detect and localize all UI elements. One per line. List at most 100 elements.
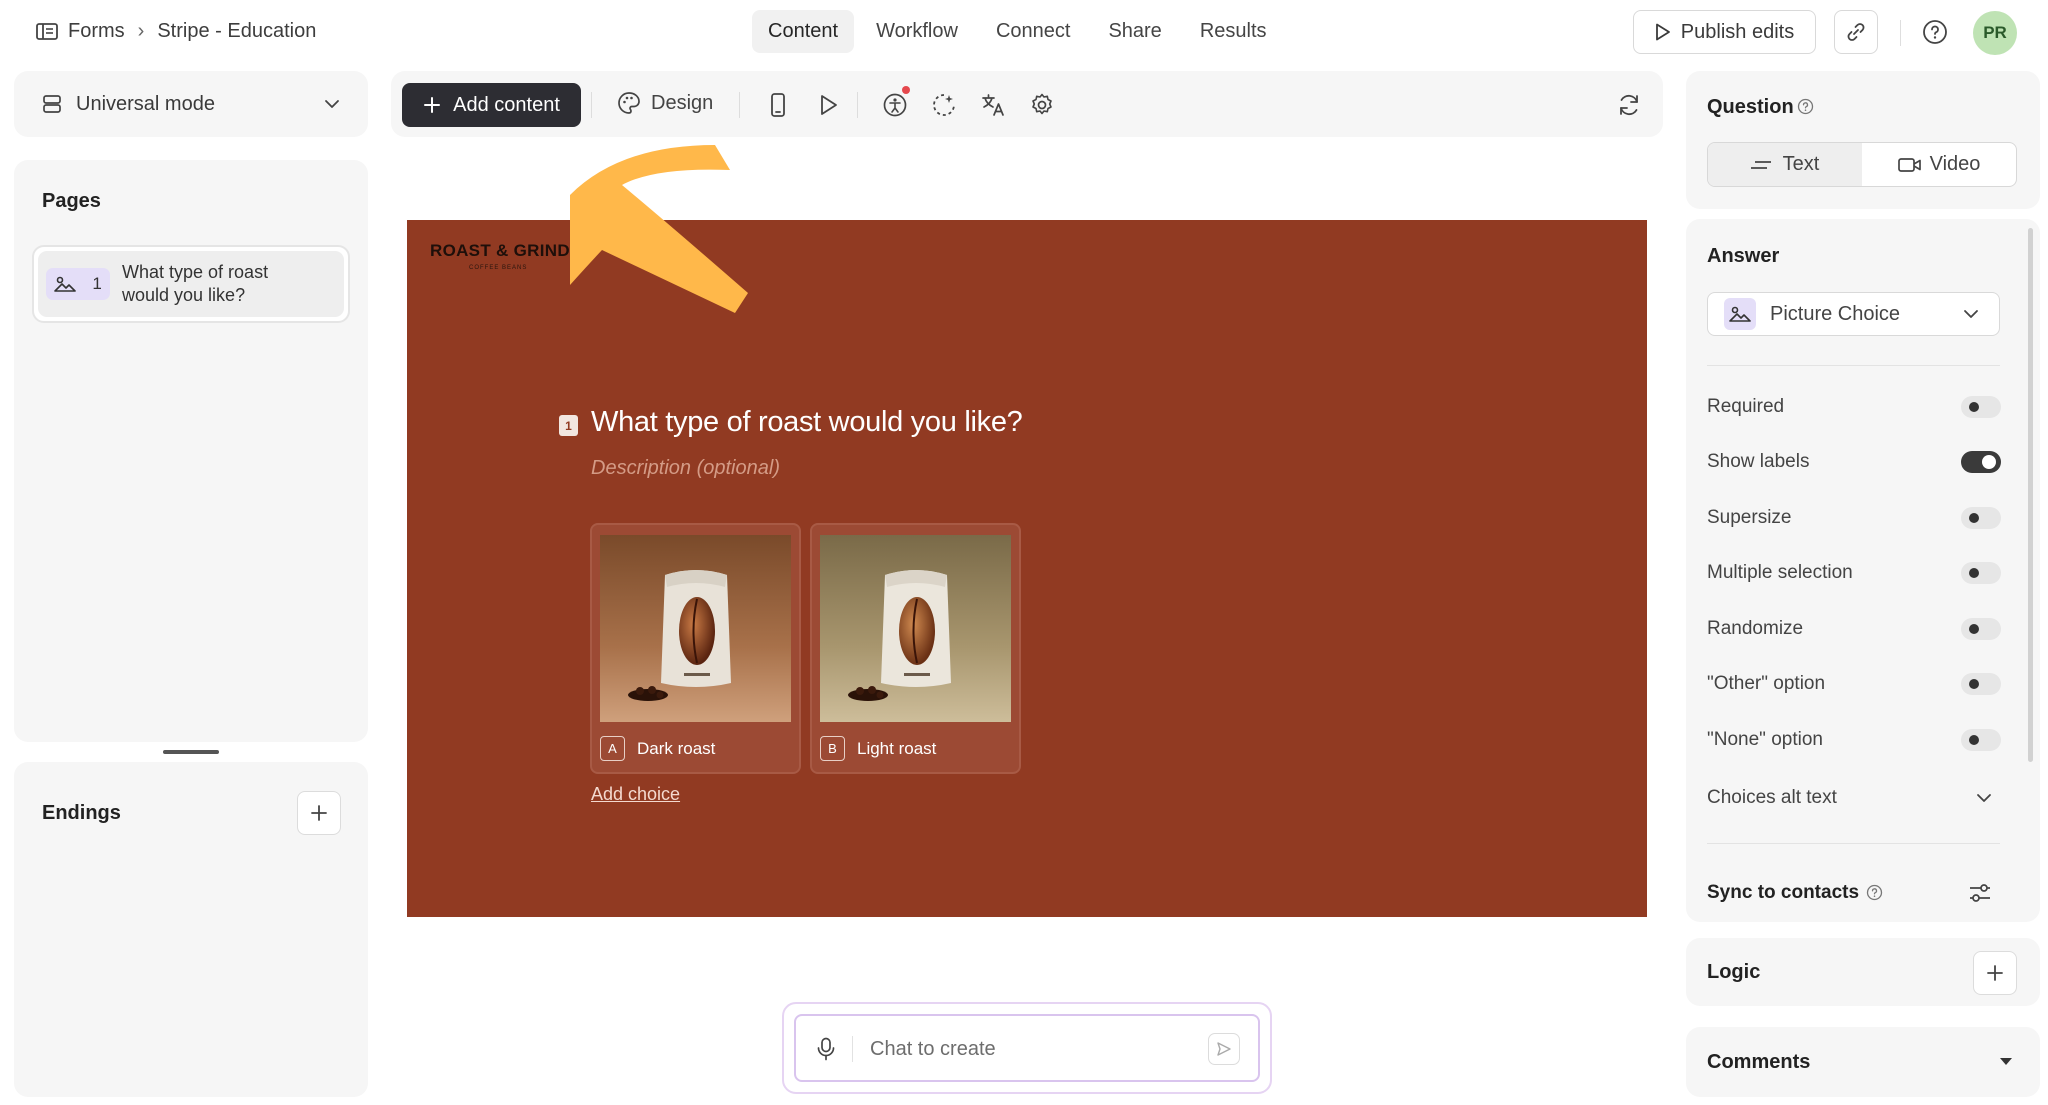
- microphone-icon[interactable]: [816, 1037, 836, 1061]
- segment-video[interactable]: Video: [1862, 143, 2016, 186]
- randomize-toggle[interactable]: [1961, 618, 2001, 640]
- info-icon[interactable]: [1866, 884, 1883, 901]
- tab-content[interactable]: Content: [752, 10, 855, 53]
- copy-link-button[interactable]: [1834, 10, 1878, 54]
- setting-none-option-label: "None" option: [1707, 729, 1823, 750]
- video-camera-icon: [1897, 157, 1922, 173]
- answer-panel-title: Answer: [1707, 245, 1780, 267]
- page-item-text: What type of roast would you like?: [122, 262, 269, 305]
- breadcrumb-forms-link[interactable]: Forms: [68, 20, 125, 43]
- panel-resize-handle[interactable]: [163, 750, 219, 754]
- tab-results[interactable]: Results: [1184, 10, 1283, 53]
- send-icon: [1216, 1041, 1232, 1057]
- page-item-1[interactable]: 1 What type of roast would you like?: [32, 245, 350, 323]
- choice-label[interactable]: Light roast: [857, 739, 936, 759]
- chat-placeholder: Chat to create: [870, 1038, 996, 1060]
- answer-divider: [1707, 365, 2000, 366]
- page-badge: 1: [46, 268, 110, 300]
- segment-video-label: Video: [1929, 153, 1981, 175]
- endings-title: Endings: [42, 802, 121, 824]
- tab-share[interactable]: Share: [1092, 10, 1177, 53]
- top-bar: Forms › Stripe - Education Content Workf…: [0, 0, 2048, 64]
- settings-gear-icon[interactable]: [1029, 92, 1055, 118]
- info-icon[interactable]: [1797, 98, 1814, 115]
- question-title[interactable]: What type of roast would you like?: [591, 406, 1023, 439]
- design-label: Design: [651, 91, 714, 114]
- question-number: 1: [559, 415, 578, 436]
- notification-dot: [902, 86, 910, 94]
- logic-title: Logic: [1707, 961, 1761, 983]
- pages-title: Pages: [42, 190, 101, 212]
- mobile-preview-icon[interactable]: [765, 92, 791, 118]
- user-avatar[interactable]: PR: [1973, 11, 2017, 55]
- add-ending-button[interactable]: [297, 791, 341, 835]
- publish-edits-label: Publish edits: [1680, 20, 1795, 43]
- chevron-down-icon: [324, 99, 340, 109]
- toolbar-divider: [857, 92, 858, 118]
- mode-label: Universal mode: [76, 92, 215, 115]
- plus-icon: [310, 804, 328, 822]
- question-panel-title: Question: [1707, 96, 1794, 118]
- other-option-toggle[interactable]: [1961, 673, 2001, 695]
- refresh-icon[interactable]: [1616, 92, 1642, 118]
- setting-required-label: Required: [1707, 396, 1785, 417]
- plus-icon: [423, 96, 441, 114]
- multiple-selection-toggle[interactable]: [1961, 562, 2001, 584]
- endings-panel: Endings: [14, 762, 368, 1097]
- send-button[interactable]: [1208, 1033, 1240, 1065]
- required-toggle[interactable]: [1961, 396, 2001, 418]
- publish-edits-button[interactable]: Publish edits: [1633, 10, 1816, 54]
- pages-panel: Pages 1 What type of roast would you lik…: [14, 160, 368, 742]
- accessibility-icon[interactable]: [882, 86, 910, 118]
- help-icon[interactable]: [1922, 19, 1948, 45]
- choice-card-a[interactable]: A Dark roast: [590, 523, 801, 774]
- play-icon: [1655, 23, 1671, 41]
- form-preview-canvas[interactable]: ROAST & GRIND COFFEE BEANS 1 What type o…: [407, 220, 1647, 917]
- preview-play-icon[interactable]: [815, 92, 841, 118]
- setting-multiple-selection-label: Multiple selection: [1707, 562, 1853, 583]
- plus-icon: [1986, 964, 2004, 982]
- tab-connect[interactable]: Connect: [980, 10, 1087, 53]
- sync-to-contacts-title: Sync to contacts: [1707, 882, 1860, 903]
- choice-key: B: [820, 736, 845, 761]
- design-button[interactable]: Design: [617, 91, 713, 115]
- chevron-down-icon[interactable]: [1976, 793, 1992, 803]
- supersize-toggle[interactable]: [1961, 507, 2001, 529]
- add-content-button[interactable]: Add content: [402, 83, 581, 127]
- forms-icon[interactable]: [36, 22, 58, 42]
- layers-icon: [42, 94, 62, 114]
- chevron-down-icon: [1963, 309, 1979, 319]
- choices-alt-text-expander[interactable]: Choices alt text: [1707, 787, 1837, 809]
- ai-assist-icon[interactable]: [931, 92, 957, 118]
- annotation-arrow-icon: [560, 135, 760, 315]
- chat-divider: [852, 1036, 853, 1062]
- choice-card-b[interactable]: B Light roast: [810, 523, 1021, 774]
- breadcrumb-current[interactable]: Stripe - Education: [157, 20, 316, 43]
- choice-label[interactable]: Dark roast: [637, 739, 715, 759]
- mode-selector[interactable]: Universal mode: [14, 71, 368, 137]
- show-labels-toggle[interactable]: [1961, 451, 2001, 473]
- page-number: 1: [92, 274, 102, 293]
- none-option-toggle[interactable]: [1961, 729, 2001, 751]
- add-logic-button[interactable]: [1973, 951, 2017, 995]
- answer-panel-scrollbar[interactable]: [2028, 228, 2033, 762]
- text-lines-icon: [1750, 159, 1771, 171]
- picture-choice-icon: [1724, 298, 1756, 330]
- tab-workflow[interactable]: Workflow: [860, 10, 974, 53]
- segment-text[interactable]: Text: [1708, 143, 1862, 186]
- question-description[interactable]: Description (optional): [591, 457, 780, 480]
- setting-show-labels-label: Show labels: [1707, 451, 1810, 472]
- segment-text-label: Text: [1782, 153, 1820, 175]
- editor-toolbar: Add content Design: [391, 71, 1663, 137]
- add-choice-link[interactable]: Add choice: [591, 784, 680, 805]
- chat-input[interactable]: Chat to create: [794, 1014, 1260, 1082]
- setting-randomize-label: Randomize: [1707, 618, 1804, 639]
- coffee-bag-image: [820, 535, 1011, 722]
- add-content-label: Add content: [453, 93, 560, 116]
- answer-type-select[interactable]: Picture Choice: [1707, 292, 2000, 336]
- translate-icon[interactable]: [980, 92, 1006, 118]
- question-type-toggle: Text Video: [1707, 142, 2017, 187]
- sliders-icon[interactable]: [1968, 882, 1992, 904]
- chat-container: Chat to create: [782, 1002, 1272, 1094]
- caret-down-icon[interactable]: [1999, 1057, 2013, 1066]
